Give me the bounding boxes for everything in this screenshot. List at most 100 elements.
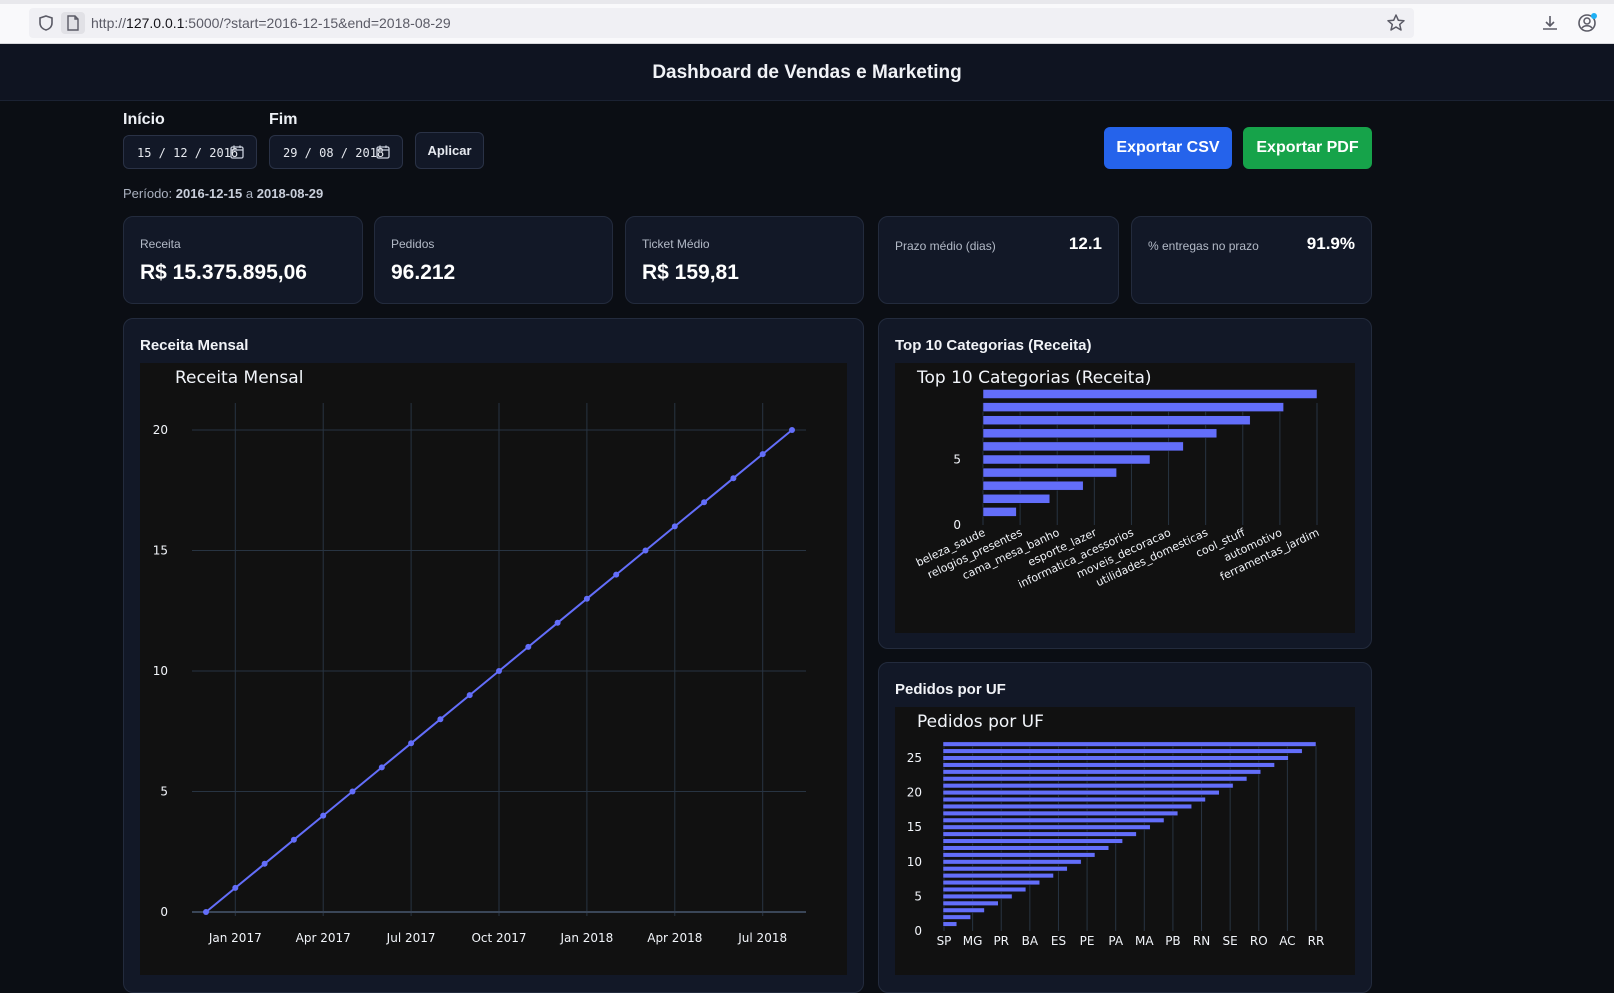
kpi-label: Prazo médio (dias) <box>895 239 996 253</box>
bar <box>942 880 1040 886</box>
x-tick-label: ES <box>1051 934 1066 948</box>
export-csv-button[interactable]: Exportar CSV <box>1104 127 1232 169</box>
kpi-value: R$ 159,81 <box>642 261 739 284</box>
receita-mensal-panel: Receita Mensal Receita Mensal Jan 2017 Apr… <box>123 318 864 993</box>
bar <box>942 859 1082 865</box>
panel-title: Receita Mensal <box>140 337 249 354</box>
bar <box>982 428 1218 439</box>
kpi-prazo-card: Prazo médio (dias) 12.1 <box>878 216 1119 304</box>
y-tick-label: 25 <box>907 751 922 765</box>
bar <box>942 810 1179 816</box>
bar <box>942 852 1096 858</box>
calendar-icon[interactable] <box>376 145 390 159</box>
pedidos-uf-panel: Pedidos por UF Pedidos por UF 0 5 10 15 20 25 S… <box>878 662 1372 993</box>
data-point <box>437 716 444 723</box>
receita-mensal-chart: Receita Mensal Jan 2017 Apr 2017 Jul 2017 Oc… <box>153 368 806 945</box>
x-tick-label: Apr 2018 <box>647 931 702 945</box>
bar <box>942 914 971 920</box>
x-tick-label: Jan 2018 <box>559 931 613 945</box>
page-icon[interactable] <box>61 12 85 34</box>
x-tick-label: PB <box>1165 934 1180 948</box>
apply-button[interactable]: Aplicar <box>415 132 484 169</box>
bookmark-star-icon[interactable] <box>1386 13 1406 33</box>
bar <box>982 467 1117 478</box>
period-summary: Período: 2016-12-15 a 2018-08-29 <box>123 186 324 201</box>
chart-title: Pedidos por UF <box>917 712 1044 732</box>
y-tick-label: 10 <box>907 855 922 869</box>
calendar-icon[interactable] <box>230 145 244 159</box>
top-categorias-plot[interactable]: Top 10 Categorias (Receita) 0 5 beleza_saud… <box>895 363 1355 633</box>
x-tick-label: MA <box>1135 934 1154 948</box>
data-point <box>408 740 415 747</box>
top-categorias-panel: Top 10 Categorias (Receita) Top 10 Categ… <box>878 318 1372 649</box>
y-tick-label: 20 <box>153 423 168 437</box>
bar <box>942 755 1289 761</box>
export-pdf-button[interactable]: Exportar PDF <box>1243 127 1372 169</box>
x-tick-label: AC <box>1279 934 1295 948</box>
y-tick-label: 0 <box>914 924 922 938</box>
bar <box>942 831 1137 837</box>
kpi-value: 12.1 <box>1068 234 1102 253</box>
x-tick-label: BA <box>1022 934 1039 948</box>
y-tick-label: 20 <box>907 786 922 800</box>
end-date-label: Fim <box>269 111 298 128</box>
url-text[interactable]: http://127.0.0.1:5000/?start=2016-12-15&… <box>91 15 451 31</box>
bar <box>942 803 1192 809</box>
end-date-input[interactable]: 29 / 08 / 2018 <box>269 135 403 169</box>
data-point <box>583 595 590 602</box>
x-tick-label: RO <box>1250 934 1268 948</box>
x-tick-label: Jan 2017 <box>208 931 262 945</box>
start-date-value: 15 / 12 / 2016 <box>137 146 239 160</box>
x-tick-label: SE <box>1223 934 1238 948</box>
tab-strip <box>0 0 1614 4</box>
x-tick-label: PR <box>993 934 1009 948</box>
bar <box>942 776 1248 782</box>
data-point <box>290 836 297 843</box>
bar <box>942 796 1206 803</box>
bar <box>942 838 1123 844</box>
receita-mensal-plot[interactable]: Receita Mensal Jan 2017 Apr 2017 Jul 2017 Oc… <box>140 363 847 975</box>
data-point <box>759 451 766 458</box>
x-tick-label: Jul 2018 <box>737 931 787 945</box>
x-tick-label: SP <box>937 934 952 948</box>
kpi-label: Ticket Médio <box>642 237 710 251</box>
kpi-entregas-card: % entregas no prazo 91.9% <box>1131 216 1372 304</box>
download-icon[interactable] <box>1540 13 1560 33</box>
data-point <box>701 499 708 506</box>
y-tick-label: 5 <box>914 889 922 903</box>
kpi-label: Pedidos <box>391 237 435 251</box>
address-bar[interactable]: http://127.0.0.1:5000/?start=2016-12-15&… <box>29 8 1414 38</box>
bar <box>942 769 1261 775</box>
browser-toolbar: http://127.0.0.1:5000/?start=2016-12-15&… <box>0 0 1614 44</box>
shield-icon[interactable] <box>37 14 55 32</box>
data-point <box>789 427 795 433</box>
panel-title: Top 10 Categorias (Receita) <box>895 337 1092 354</box>
app-header: Dashboard de Vendas e Marketing <box>0 44 1614 101</box>
start-date-input[interactable]: 15 / 12 / 2016 <box>123 135 257 169</box>
bar <box>942 783 1234 789</box>
bar <box>942 893 1013 899</box>
data-point <box>496 668 502 674</box>
data-point <box>349 788 356 795</box>
x-tick-label: PE <box>1080 934 1095 948</box>
start-date-label: Início <box>123 111 165 128</box>
y-tick-label: 10 <box>153 664 168 678</box>
chart-title: Receita Mensal <box>175 368 303 388</box>
pedidos-uf-plot[interactable]: Pedidos por UF 0 5 10 15 20 25 SP MG PR BA ES PE PA MA… <box>895 707 1355 975</box>
kpi-value: 91.9% <box>1306 234 1355 253</box>
bar <box>942 900 999 906</box>
data-point <box>730 475 737 482</box>
data-point <box>261 860 268 867</box>
kpi-value: 96.212 <box>391 261 456 284</box>
bar <box>942 886 1027 893</box>
bar <box>942 866 1068 872</box>
x-tick-label: Oct 2017 <box>471 931 526 945</box>
data-point <box>671 523 678 530</box>
bar <box>982 454 1151 465</box>
account-icon[interactable] <box>1576 12 1598 34</box>
data-point <box>203 909 209 915</box>
pedidos-uf-chart: Pedidos por UF 0 5 10 15 20 25 SP MG PR BA ES PE PA MA… <box>907 712 1325 948</box>
kpi-pedidos-card: Pedidos 96.212 <box>374 216 613 304</box>
bar <box>982 441 1184 452</box>
y-tick-label: 15 <box>907 820 922 834</box>
